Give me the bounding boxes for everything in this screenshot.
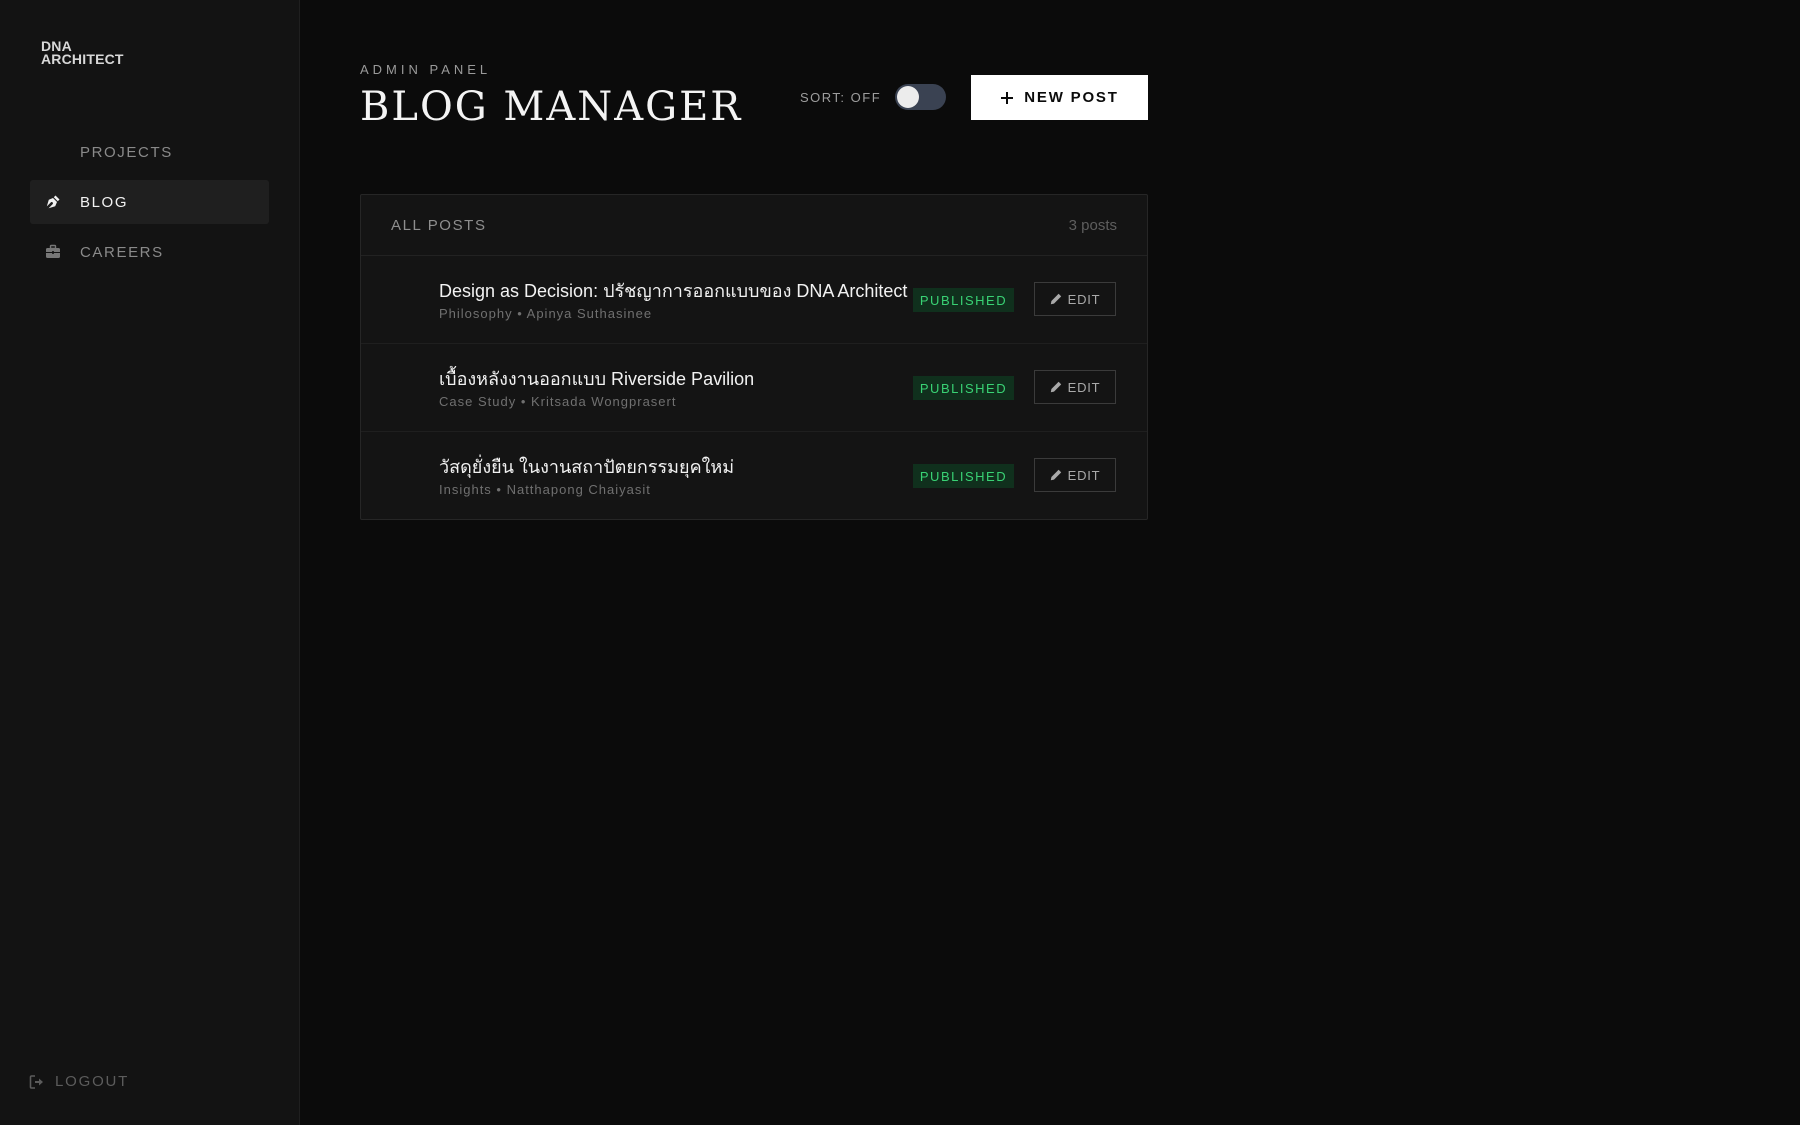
edit-label: EDIT (1067, 379, 1101, 395)
sidebar-item-projects[interactable]: PROJECTS (30, 130, 269, 174)
sort-control: SORT: OFF (800, 84, 947, 110)
sidebar-item-label: BLOG (80, 193, 129, 211)
sidebar-item-label: CAREERS (80, 243, 164, 261)
new-post-label: NEW POST (1024, 89, 1119, 106)
panel-header: ALL POSTS 3 posts (361, 195, 1147, 256)
briefcase-icon (46, 244, 60, 258)
logo[interactable]: DNA ARCHITECT (41, 39, 124, 67)
pencil-icon (1050, 293, 1061, 305)
status-badge: PUBLISHED (913, 464, 1014, 488)
panel-title: ALL POSTS (391, 216, 487, 234)
edit-button[interactable]: EDIT (1034, 458, 1116, 492)
edit-label: EDIT (1067, 291, 1101, 307)
post-row: เบื้องหลังงานออกแบบ Riverside Pavilion C… (361, 344, 1147, 432)
post-meta: Philosophy • Apinya Suthasinee (439, 306, 653, 321)
logout-icon (29, 1074, 43, 1089)
edit-label: EDIT (1067, 467, 1101, 483)
logout-button[interactable]: LOGOUT (29, 1073, 129, 1090)
post-row: วัสดุยั่งยืน ในงานสถาปัตยกรรมยุคใหม่ Ins… (361, 432, 1147, 520)
status-badge: PUBLISHED (913, 288, 1014, 312)
edit-button[interactable]: EDIT (1034, 370, 1116, 404)
toggle-knob (897, 86, 920, 108)
edit-button[interactable]: EDIT (1034, 282, 1116, 316)
post-row: Design as Decision: ปรัชญาการออกแบบของ D… (361, 256, 1147, 344)
posts-panel: ALL POSTS 3 posts Design as Decision: ปร… (360, 194, 1148, 520)
sidebar: DNA ARCHITECT PROJECTS BLOG CAREERS LOGO… (0, 0, 300, 1125)
sidebar-item-label: PROJECTS (80, 143, 173, 161)
post-title[interactable]: Design as Decision: ปรัชญาการออกแบบของ D… (439, 276, 907, 305)
sidebar-item-blog[interactable]: BLOG (30, 180, 269, 224)
post-meta: Insights • Natthapong Chaiyasit (439, 482, 651, 497)
app: DNA ARCHITECT PROJECTS BLOG CAREERS LOGO… (0, 0, 1800, 1125)
post-meta: Case Study • Kritsada Wongprasert (439, 394, 677, 409)
new-post-button[interactable]: NEW POST (971, 75, 1148, 120)
page-title: BLOG MANAGER (360, 84, 743, 130)
sort-label: SORT: OFF (800, 89, 882, 105)
pencil-icon (1050, 469, 1061, 481)
status-badge: PUBLISHED (913, 376, 1014, 400)
logout-label: LOGOUT (55, 1073, 130, 1090)
page-eyebrow: ADMIN PANEL (360, 62, 492, 77)
plus-icon (1001, 91, 1014, 104)
post-title[interactable]: เบื้องหลังงานออกแบบ Riverside Pavilion (439, 364, 754, 393)
sidebar-nav: PROJECTS BLOG CAREERS (30, 130, 269, 280)
post-count: 3 posts (1068, 216, 1117, 234)
post-title[interactable]: วัสดุยั่งยืน ในงานสถาปัตยกรรมยุคใหม่ (439, 452, 734, 481)
sidebar-item-careers[interactable]: CAREERS (30, 230, 269, 274)
sort-toggle[interactable] (895, 84, 947, 110)
pen-nib-icon (46, 195, 60, 209)
pencil-icon (1050, 381, 1061, 393)
logo-line-2: ARCHITECT (41, 51, 124, 67)
grid-icon (45, 144, 61, 160)
